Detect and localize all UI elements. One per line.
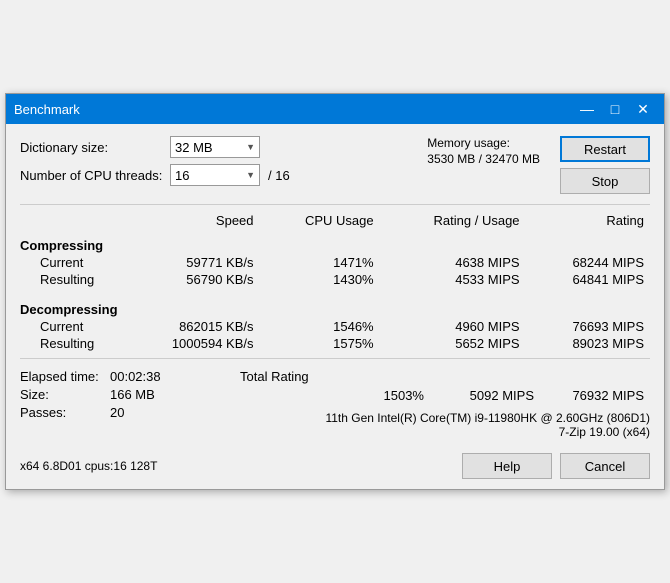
compressing-section-label: Compressing (20, 230, 650, 254)
benchmark-table: Speed CPU Usage Rating / Usage Rating Co… (20, 211, 650, 352)
passes-row: Passes: 20 (20, 405, 240, 420)
thread-slash: / 16 (268, 168, 290, 183)
total-rating-header: Total Rating (240, 369, 650, 384)
title-bar-controls: — □ ✕ (574, 99, 656, 119)
total-values-row: 1503% 5092 MIPS 76932 MIPS (240, 388, 650, 403)
cpu-threads-row: Number of CPU threads: 16 / 16 (20, 164, 397, 186)
compress-resulting-label: Resulting (20, 271, 120, 288)
size-row: Size: 166 MB (20, 387, 240, 402)
memory-info: Memory usage: 3530 MB / 32470 MB (427, 136, 540, 166)
compress-resulting-rating: 64841 MIPS (526, 271, 650, 288)
right-totals: Total Rating 1503% 5092 MIPS 76932 MIPS … (240, 369, 650, 439)
elapsed-label: Elapsed time: (20, 369, 110, 384)
system-info: 11th Gen Intel(R) Core(TM) i9-11980HK @ … (240, 411, 650, 439)
compress-current-rating: 68244 MIPS (526, 254, 650, 271)
window-title: Benchmark (14, 102, 80, 117)
left-controls: Dictionary size: 32 MB Number of CPU thr… (20, 136, 397, 192)
cancel-button[interactable]: Cancel (560, 453, 650, 479)
close-button[interactable]: ✕ (630, 99, 656, 119)
passes-label: Passes: (20, 405, 110, 420)
total-rating-usage: 5092 MIPS (430, 388, 540, 403)
cpu-threads-select-wrapper: 16 (170, 164, 260, 186)
system-info-line2: 7-Zip 19.00 (x64) (240, 425, 650, 439)
col-name (20, 211, 120, 230)
elapsed-row: Elapsed time: 00:02:38 (20, 369, 240, 384)
compress-current-cpu: 1471% (260, 254, 380, 271)
restart-button[interactable]: Restart (560, 136, 650, 162)
decompress-current-speed: 862015 KB/s (120, 318, 260, 335)
cpu-threads-label: Number of CPU threads: (20, 168, 170, 183)
compress-current-row: Current 59771 KB/s 1471% 4638 MIPS 68244… (20, 254, 650, 271)
decompressing-section-label: Decompressing (20, 294, 650, 318)
system-info-line1: 11th Gen Intel(R) Core(TM) i9-11980HK @ … (240, 411, 650, 425)
decompressing-header-row: Decompressing (20, 294, 650, 318)
bottom-section: Elapsed time: 00:02:38 Size: 166 MB Pass… (20, 369, 650, 439)
decompress-resulting-cpu: 1575% (260, 335, 380, 352)
dictionary-select[interactable]: 32 MB (170, 136, 260, 158)
size-value: 166 MB (110, 387, 155, 402)
decompress-resulting-label: Resulting (20, 335, 120, 352)
decompress-resulting-speed: 1000594 KB/s (120, 335, 260, 352)
cpu-threads-select[interactable]: 16 (170, 164, 260, 186)
decompress-resulting-row: Resulting 1000594 KB/s 1575% 5652 MIPS 8… (20, 335, 650, 352)
compress-resulting-speed: 56790 KB/s (120, 271, 260, 288)
decompress-current-rating: 76693 MIPS (526, 318, 650, 335)
action-buttons: Restart Stop (560, 136, 650, 194)
total-rating-label: Total Rating (240, 369, 309, 384)
minimize-button[interactable]: — (574, 99, 600, 119)
benchmark-window: Benchmark — □ ✕ Dictionary size: 32 MB N… (5, 93, 665, 490)
memory-label: Memory usage: (427, 136, 540, 150)
bottom-footer: x64 6.8D01 cpus:16 128T Help Cancel (20, 449, 650, 479)
compress-resulting-rating-usage: 4533 MIPS (380, 271, 526, 288)
title-bar: Benchmark — □ ✕ (6, 94, 664, 124)
top-controls: Dictionary size: 32 MB Number of CPU thr… (20, 136, 650, 194)
passes-value: 20 (110, 405, 124, 420)
col-rating: Rating (526, 211, 650, 230)
col-speed: Speed (120, 211, 260, 230)
elapsed-value: 00:02:38 (110, 369, 161, 384)
size-label: Size: (20, 387, 110, 402)
left-stats: Elapsed time: 00:02:38 Size: 166 MB Pass… (20, 369, 240, 423)
compress-current-rating-usage: 4638 MIPS (380, 254, 526, 271)
compressing-header-row: Compressing (20, 230, 650, 254)
table-header-row: Speed CPU Usage Rating / Usage Rating (20, 211, 650, 230)
main-content: Dictionary size: 32 MB Number of CPU thr… (6, 124, 664, 489)
dictionary-select-wrapper: 32 MB (170, 136, 260, 158)
dictionary-label: Dictionary size: (20, 140, 170, 155)
decompress-current-rating-usage: 4960 MIPS (380, 318, 526, 335)
total-cpu: 1503% (320, 388, 430, 403)
compress-resulting-row: Resulting 56790 KB/s 1430% 4533 MIPS 648… (20, 271, 650, 288)
version-text: x64 6.8D01 cpus:16 128T (20, 459, 157, 473)
stop-button[interactable]: Stop (560, 168, 650, 194)
compress-current-label: Current (20, 254, 120, 271)
dictionary-row: Dictionary size: 32 MB (20, 136, 397, 158)
decompress-resulting-rating-usage: 5652 MIPS (380, 335, 526, 352)
middle-divider (20, 358, 650, 359)
col-rating-usage: Rating / Usage (380, 211, 526, 230)
maximize-button[interactable]: □ (602, 99, 628, 119)
decompress-resulting-rating: 89023 MIPS (526, 335, 650, 352)
compress-resulting-cpu: 1430% (260, 271, 380, 288)
col-cpu: CPU Usage (260, 211, 380, 230)
decompress-current-cpu: 1546% (260, 318, 380, 335)
compress-current-speed: 59771 KB/s (120, 254, 260, 271)
top-divider (20, 204, 650, 205)
footer-buttons: Help Cancel (462, 453, 650, 479)
decompress-current-row: Current 862015 KB/s 1546% 4960 MIPS 7669… (20, 318, 650, 335)
memory-value: 3530 MB / 32470 MB (427, 152, 540, 166)
decompress-current-label: Current (20, 318, 120, 335)
total-rating: 76932 MIPS (540, 388, 650, 403)
help-button[interactable]: Help (462, 453, 552, 479)
